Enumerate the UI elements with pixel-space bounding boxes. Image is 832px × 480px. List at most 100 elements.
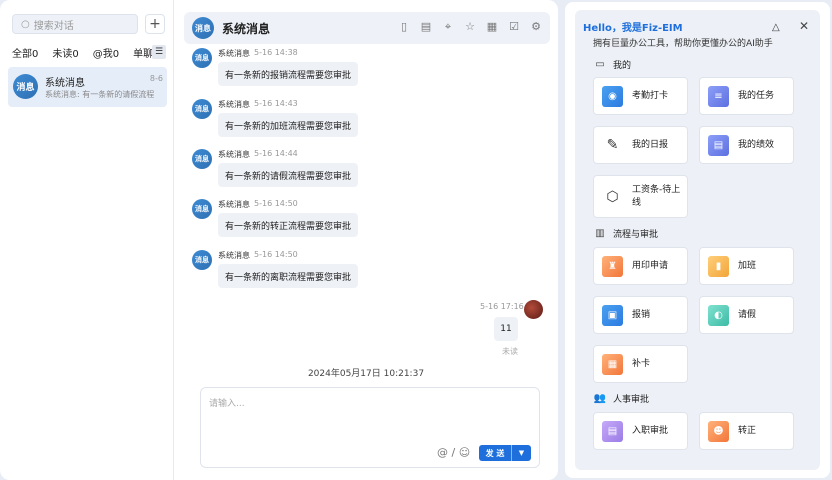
avatar: 消息	[192, 149, 212, 169]
conversation-preview: 系统消息: 有一条新的请假流程	[45, 90, 155, 99]
card-label: 我的日报	[632, 139, 669, 150]
read-status: 未读	[502, 347, 518, 356]
edit-icon: ✎	[602, 134, 623, 156]
search-placeholder: 搜索对话	[33, 20, 74, 32]
leave-icon: ◐	[708, 304, 729, 326]
message-bubble: 有一条新的加班流程需要您审批	[218, 113, 359, 137]
avatar: 消息	[13, 74, 38, 99]
card-payslip[interactable]: ⬡ 工资条-待上线	[593, 175, 688, 218]
card-seal-request[interactable]: ♜ 用印申请	[593, 247, 688, 285]
card-label: 转正	[738, 425, 757, 436]
message-time: 5-16 14:43	[254, 99, 298, 108]
star-icon[interactable]: ☆	[460, 20, 480, 34]
cube-icon: ⬡	[602, 186, 623, 207]
avatar: 消息	[192, 99, 212, 119]
header-toolbar: ▯ ▤ ⌖ ☆ ▦ ☑ ⚙	[392, 20, 546, 34]
section-hr: 👥 人事审批	[593, 392, 649, 405]
conversation-title: 系统消息	[45, 78, 85, 89]
chat-title: 系统消息	[222, 22, 271, 36]
overtime-icon: ▮	[708, 255, 729, 277]
card-overtime[interactable]: ▮ 加班	[699, 247, 794, 285]
self-message-time: 5-16 17:16	[480, 302, 524, 311]
message-time: 5-16 14:50	[254, 199, 298, 208]
clock-in-icon: ◉	[602, 85, 623, 107]
emoji-icon[interactable]: ☺	[459, 446, 470, 459]
message-sender: 系统消息	[218, 200, 250, 209]
card-label: 考勤打卡	[632, 90, 669, 101]
card-leave[interactable]: ◐ 请假	[699, 296, 794, 334]
message-bubble: 有一条新的请假流程需要您审批	[218, 163, 359, 187]
assistant-subtitle: 拥有巨量办公工具，帮助你更懂办公的AI助手	[593, 39, 773, 49]
mention-icon[interactable]: @	[437, 446, 448, 459]
receipt-icon: ▣	[602, 304, 623, 326]
avatar: 消息	[192, 250, 212, 270]
section-title: 我的	[613, 61, 632, 71]
calendar-icon[interactable]: ▦	[482, 20, 502, 34]
search-input[interactable]: ○ 搜索对话	[12, 14, 138, 34]
chat-panel: 消息 系统消息 ▯ ▤ ⌖ ☆ ▦ ☑ ⚙ 消息 系统消息 5-16 14:38…	[174, 0, 558, 480]
section-mine: ▭ 我的	[593, 58, 631, 71]
add-conversation-button[interactable]: +	[145, 14, 165, 34]
menu-icon[interactable]: ☰	[152, 45, 166, 59]
close-icon[interactable]: ✕	[799, 19, 809, 33]
card-label: 入职审批	[632, 425, 669, 436]
message-sender: 系统消息	[218, 100, 250, 109]
card-attendance[interactable]: ◉ 考勤打卡	[593, 77, 688, 115]
message-time: 5-16 14:50	[254, 250, 298, 259]
filter-unread[interactable]: 未读0	[52, 45, 78, 60]
card-onboarding[interactable]: ▤ 入职审批	[593, 412, 688, 450]
chevron-down-icon[interactable]: ▼	[511, 445, 531, 461]
chat-header: 消息 系统消息 ▯ ▤ ⌖ ☆ ▦ ☑ ⚙	[184, 12, 550, 44]
slash-icon[interactable]: /	[452, 446, 456, 459]
self-message-bubble: 11	[494, 317, 518, 341]
avatar: 消息	[192, 199, 212, 219]
card-label: 我的绩效	[738, 139, 775, 150]
file-icon[interactable]: ▤	[416, 20, 436, 34]
send-button[interactable]: 发 送 ▼	[479, 445, 531, 461]
stamp-icon: ♜	[602, 255, 623, 277]
card-performance[interactable]: ▤ 我的绩效	[699, 126, 794, 164]
bell-icon[interactable]: △	[772, 22, 780, 33]
card-regularization[interactable]: ☻ 转正	[699, 412, 794, 450]
task-icon[interactable]: ☑	[504, 20, 524, 34]
card-daily-report[interactable]: ✎ 我的日报	[593, 126, 688, 164]
message-bubble: 有一条新的报销流程需要您审批	[218, 62, 359, 86]
message-bubble: 有一条新的离职流程需要您审批	[218, 264, 359, 288]
date-divider: 2024年05月17日 10:21:37	[307, 369, 425, 379]
card-label: 用印申请	[632, 260, 669, 271]
pin-icon[interactable]: ⌖	[438, 20, 458, 34]
section-title: 人事审批	[613, 395, 650, 405]
card-label: 工资条-待上线	[632, 184, 681, 208]
message-time: 5-16 14:38	[254, 48, 298, 57]
book-icon[interactable]: ▯	[394, 20, 414, 34]
conversation-date: 8-6	[149, 74, 163, 83]
message-composer[interactable]: 请输入... @ / ☺ 发 送 ▼	[200, 387, 540, 468]
building-icon: ▥	[595, 228, 605, 239]
filter-all[interactable]: 全部0	[12, 45, 38, 60]
card-makeup-clock[interactable]: ▦ 补卡	[593, 345, 688, 383]
section-workflow: ▥ 流程与审批	[593, 227, 658, 240]
card-label: 我的任务	[738, 90, 775, 101]
assistant-panel: Hello，我是Fiz-EIM 拥有巨量办公工具，帮助你更懂办公的AI助手 △ …	[565, 2, 830, 478]
settings-icon[interactable]: ⚙	[526, 20, 546, 34]
filter-tabs: 全部0 未读0 @我0 单聊0	[12, 45, 174, 60]
filter-mention[interactable]: @我0	[93, 45, 119, 60]
message-time: 5-16 14:44	[254, 149, 298, 158]
card-label: 报销	[632, 309, 651, 320]
card-reimbursement[interactable]: ▣ 报销	[593, 296, 688, 334]
conversation-item[interactable]: 消息 系统消息 8-6 系统消息: 有一条新的请假流程	[8, 67, 167, 107]
calendar-icon: ▦	[602, 353, 623, 375]
message-sender: 系统消息	[218, 49, 250, 58]
card-my-tasks[interactable]: ≡ 我的任务	[699, 77, 794, 115]
send-label: 发 送	[485, 448, 505, 458]
search-icon: ○	[21, 18, 30, 30]
assistant-hello: Hello，我是Fiz-EIM	[583, 23, 683, 34]
onboarding-icon: ▤	[602, 420, 623, 442]
user-icon: ☻	[708, 420, 729, 442]
card-label: 请假	[738, 309, 757, 320]
monitor-icon: ▭	[595, 59, 605, 70]
composer-tools: @ / ☺	[437, 446, 470, 459]
avatar[interactable]	[524, 300, 543, 319]
card-label: 补卡	[632, 358, 651, 369]
message-input[interactable]: 请输入...	[209, 396, 245, 409]
